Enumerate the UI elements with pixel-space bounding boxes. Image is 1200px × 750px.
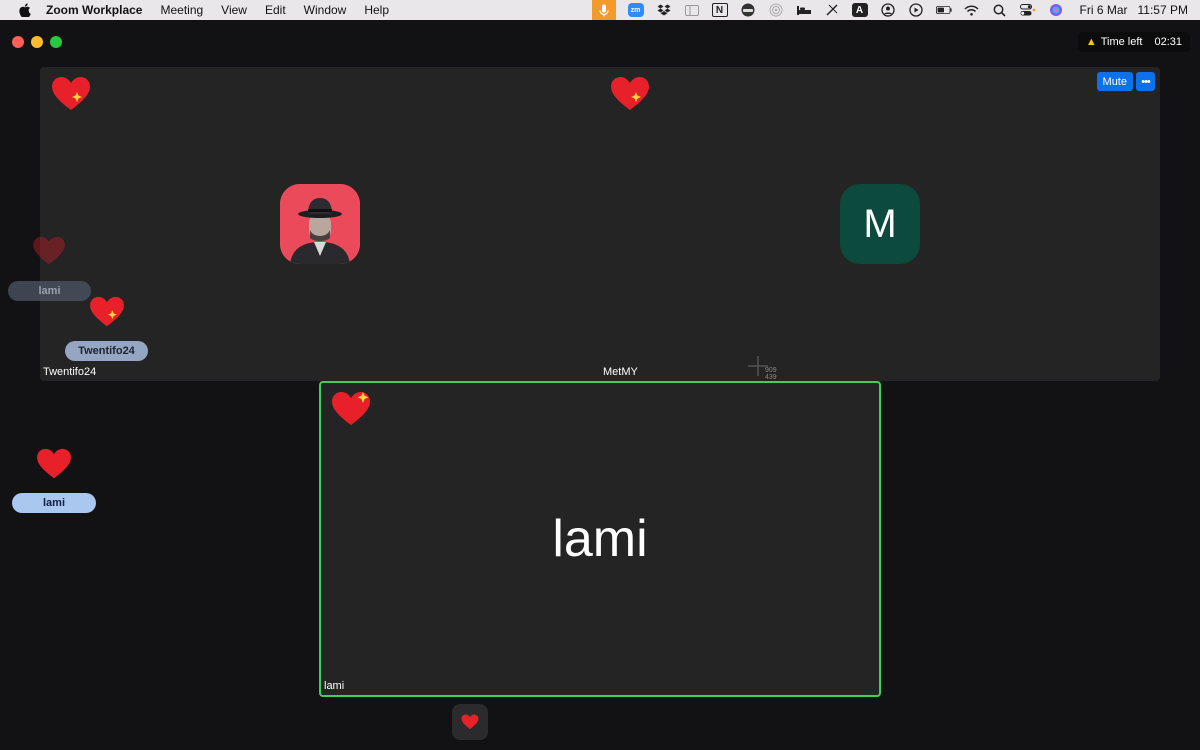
wifi-icon[interactable]	[964, 3, 980, 17]
app-menu-zoom-workplace[interactable]: Zoom Workplace	[46, 3, 142, 17]
menubar-date[interactable]: Fri 6 Mar	[1080, 3, 1128, 17]
participant-avatar-initial: M	[840, 184, 920, 264]
zoom-tray-icon[interactable]: zm	[627, 3, 644, 17]
menubar-status-area: zm N A Fri 6 Mar 11:57 PM	[591, 0, 1188, 20]
microphone-in-use-icon[interactable]	[591, 0, 616, 20]
cursor-y-readout: 439	[765, 374, 777, 381]
speaker-name-placeholder: lami	[552, 510, 648, 568]
apple-logo-icon[interactable]	[18, 3, 32, 17]
more-options-button[interactable]: •••	[1136, 72, 1155, 91]
input-source-icon[interactable]: A	[851, 3, 868, 17]
speaker-name-label: lami	[324, 680, 345, 692]
menu-meeting[interactable]: Meeting	[160, 3, 203, 17]
dropbox-icon[interactable]	[656, 3, 672, 17]
window-close-button[interactable]	[12, 36, 24, 48]
spotlight-search-icon[interactable]	[992, 3, 1008, 17]
time-left-indicator[interactable]: ▲ Time left 02:31	[1077, 32, 1190, 52]
zoom-meeting-window: ▲ Time left 02:31 Mute ••• M Twentifo24 …	[0, 20, 1200, 750]
now-playing-icon[interactable]	[908, 3, 924, 17]
heart-icon	[461, 714, 479, 730]
user-account-icon[interactable]	[880, 3, 896, 17]
participant-name-label: MetMY	[603, 366, 638, 378]
sidebar-toggle-icon[interactable]	[684, 3, 700, 17]
warning-icon: ▲	[1085, 36, 1097, 48]
menu-view[interactable]: View	[221, 3, 247, 17]
bed-sleep-icon[interactable]	[796, 3, 812, 17]
reaction-sender-label: Twentifo24	[65, 341, 148, 361]
participant-name-label: Twentifo24	[43, 366, 97, 378]
active-speaker-tile[interactable]: lami lami	[319, 381, 881, 697]
time-left-label: Time left	[1100, 36, 1143, 48]
menu-help[interactable]: Help	[364, 3, 389, 17]
time-left-value: 02:31	[1154, 36, 1182, 48]
participant-gallery: Mute ••• M Twentifo24 MetMY	[40, 67, 1160, 381]
battery-icon[interactable]	[935, 3, 952, 17]
heart-sparkle-reaction-icon	[52, 77, 90, 110]
cursor-x-readout: 909	[765, 367, 777, 374]
heart-reaction-icon	[37, 448, 71, 479]
window-fullscreen-button[interactable]	[50, 36, 62, 48]
heart-reaction-icon	[33, 236, 65, 265]
tools-icon[interactable]	[824, 3, 840, 17]
macos-menu-bar: Zoom Workplace Meeting View Edit Window …	[0, 0, 1200, 20]
reaction-sender-label: lami	[8, 281, 91, 301]
heart-reaction-button[interactable]	[452, 704, 488, 740]
reaction-sender-label: lami	[12, 493, 96, 513]
menubar-time[interactable]: 11:57 PM	[1138, 3, 1188, 17]
heart-sparkle-reaction-icon	[90, 296, 124, 327]
siri-icon[interactable]	[1048, 3, 1064, 17]
cursor-coordinate-readout: 909 439	[765, 367, 777, 381]
menu-edit[interactable]: Edit	[265, 3, 286, 17]
control-center-icon[interactable]	[1019, 3, 1036, 17]
mute-participant-button[interactable]: Mute	[1096, 72, 1133, 91]
heart-sparkle-reaction-icon	[611, 77, 649, 110]
menu-window[interactable]: Window	[304, 3, 347, 17]
airdrop-icon[interactable]	[768, 3, 784, 17]
notion-icon[interactable]: N	[711, 3, 728, 17]
window-minimize-button[interactable]	[31, 36, 43, 48]
participant-avatar-photo	[280, 184, 360, 264]
badge-counter-icon[interactable]	[740, 3, 756, 17]
window-controls	[12, 36, 62, 48]
heart-sparkle-reaction-icon	[332, 392, 370, 425]
